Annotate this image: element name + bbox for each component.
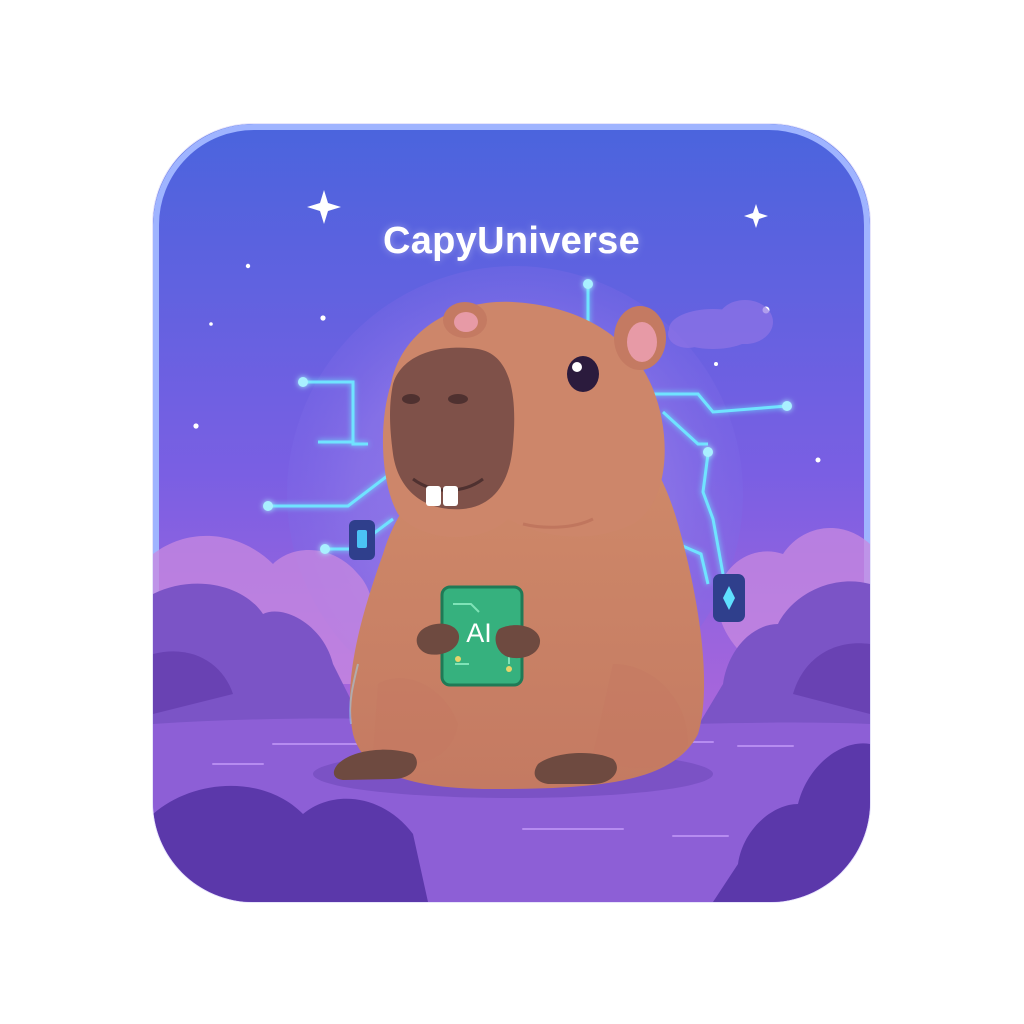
page: AI CapyUniverse	[0, 0, 1024, 1024]
connector-left	[349, 520, 375, 560]
chip-label: AI	[466, 618, 492, 648]
connector-right	[713, 574, 745, 622]
app-title: CapyUniverse	[382, 220, 641, 262]
app-icon-tile: AI CapyUniverse	[153, 124, 870, 902]
